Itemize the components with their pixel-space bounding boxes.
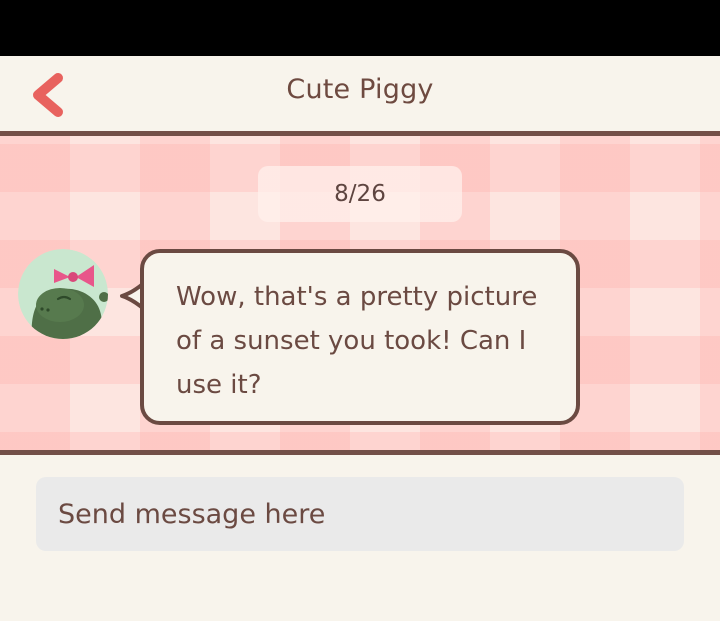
composer bbox=[0, 455, 720, 621]
avatar-image bbox=[18, 249, 108, 339]
message-text: Wow, that's a pretty picture of a sunset… bbox=[176, 282, 538, 400]
page-title: Cute Piggy bbox=[286, 74, 434, 105]
message-bubble: Wow, that's a pretty picture of a sunset… bbox=[140, 249, 580, 425]
date-separator: 8/26 bbox=[258, 166, 462, 222]
header: Cute Piggy bbox=[0, 56, 720, 132]
status-bar bbox=[0, 0, 720, 56]
avatar[interactable] bbox=[18, 249, 108, 339]
chat-area[interactable]: 8/26 Wow, that's a pretty picture of a s… bbox=[0, 136, 720, 450]
message-input[interactable] bbox=[36, 477, 684, 551]
